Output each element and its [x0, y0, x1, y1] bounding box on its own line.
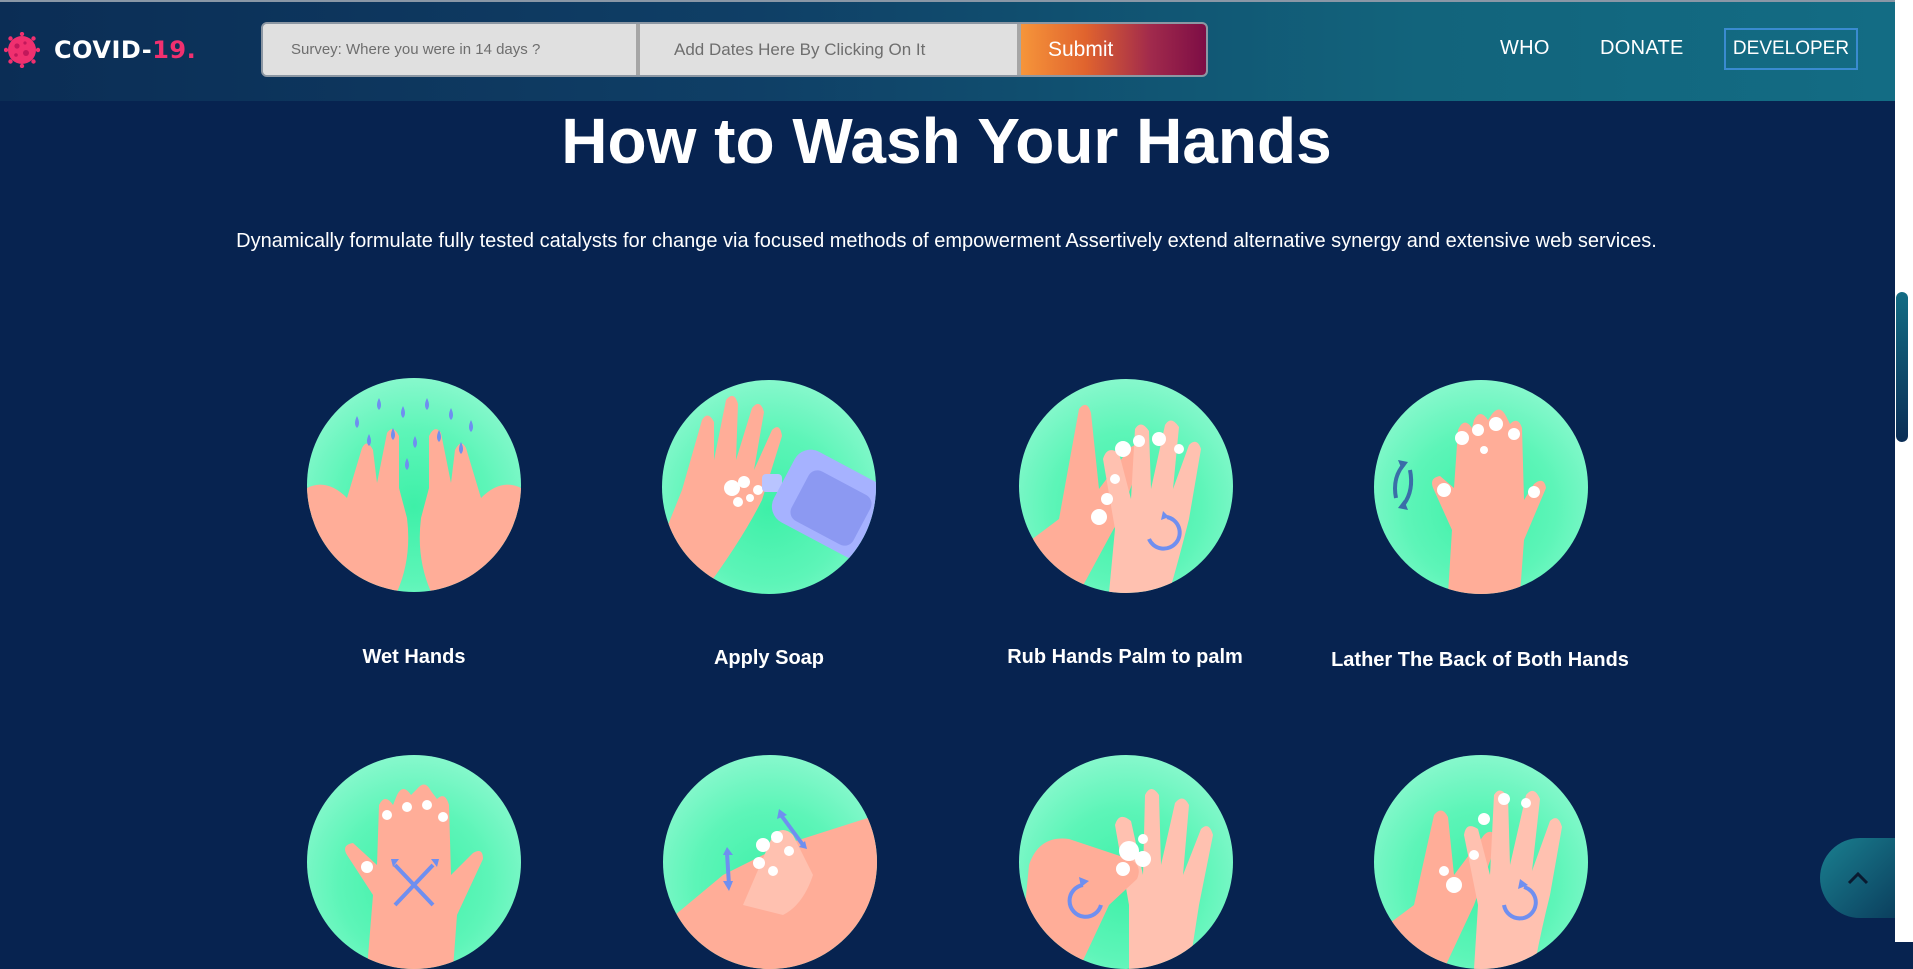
top-navbar: COVID-19. Survey: Where you were in 14 d…: [0, 0, 1895, 101]
apply-soap-icon: [662, 380, 876, 594]
nav-link-who[interactable]: WHO: [1500, 37, 1550, 60]
survey-form: Survey: Where you were in 14 days ? Add …: [261, 22, 1208, 77]
dates-input[interactable]: Add Dates Here By Clicking On It: [640, 24, 1021, 75]
survey-input[interactable]: Survey: Where you were in 14 days ?: [263, 24, 640, 75]
nav-link-donate[interactable]: DONATE: [1600, 37, 1684, 60]
scrub-fingertips-icon: [1019, 755, 1233, 969]
brand-name-accent: 19.: [152, 36, 197, 64]
brand-logo[interactable]: COVID-19.: [4, 32, 196, 68]
rub-palms-icon: [1019, 379, 1233, 593]
back-to-top-button[interactable]: [1820, 838, 1895, 918]
scrollbar-track[interactable]: [1895, 0, 1913, 942]
step-label-wet-hands: Wet Hands: [362, 646, 466, 668]
scrub-thumbs-icon: [663, 755, 877, 969]
scrollbar-thumb[interactable]: [1896, 292, 1908, 442]
page-title: How to Wash Your Hands: [561, 105, 1332, 177]
lather-back-icon: [1374, 380, 1588, 594]
virus-icon: [4, 32, 40, 68]
interlace-fingers-icon: [307, 755, 521, 969]
chevron-up-icon: [1847, 871, 1868, 885]
brand-name-main: COVID-: [54, 36, 153, 64]
intro-text: Dynamically formulate fully tested catal…: [236, 230, 1657, 252]
brand-name: COVID-19.: [54, 36, 196, 64]
submit-button[interactable]: Submit: [1021, 24, 1206, 75]
step-label-lather-back: Lather The Back of Both Hands: [1331, 649, 1629, 671]
step-label-rub-palms: Rub Hands Palm to palm: [1007, 646, 1243, 668]
nav-link-developer[interactable]: DEVELOPER: [1724, 28, 1858, 70]
step-label-apply-soap: Apply Soap: [713, 647, 824, 669]
rinse-hands-icon: [1374, 755, 1588, 969]
wet-hands-icon: [307, 378, 521, 592]
